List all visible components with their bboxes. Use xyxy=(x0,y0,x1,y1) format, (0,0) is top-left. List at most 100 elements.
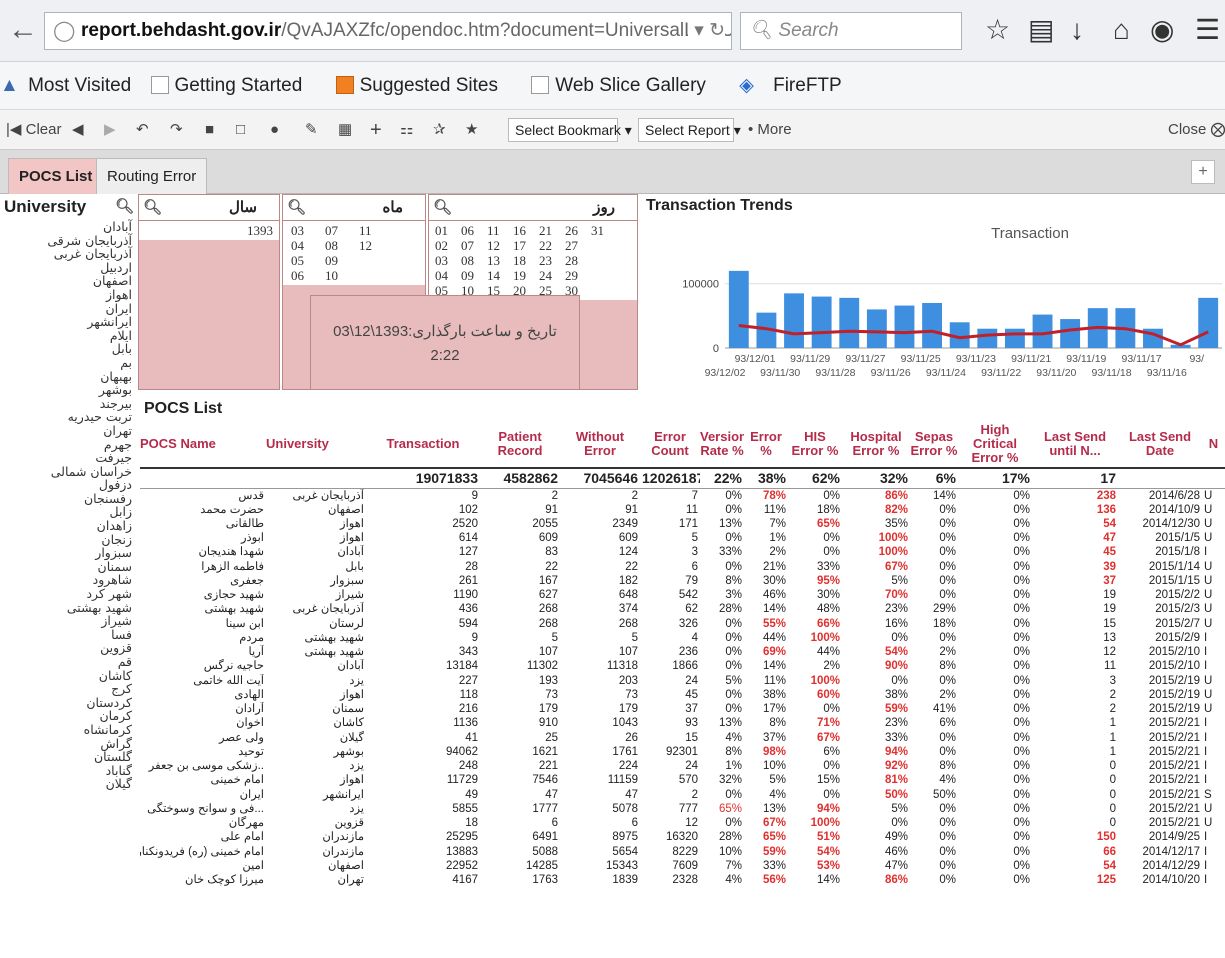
university-item[interactable]: رفسنجان xyxy=(0,492,132,506)
table-row[interactable]: ..زشکی موسی بن جعفر یزد 248 221 224 24 1% 10% 0%… xyxy=(140,759,1225,773)
university-item[interactable]: شیراز xyxy=(0,614,132,628)
day-item[interactable]: 03 xyxy=(435,253,461,268)
university-item[interactable]: شاهرود xyxy=(0,573,132,587)
table-row[interactable]: آیت الله خاتمی یزد 227 193 203 24 5% 11% 100% 0% 0… xyxy=(140,674,1225,688)
university-item[interactable]: سبزوار xyxy=(0,546,132,560)
day-item[interactable]: 11 xyxy=(487,223,513,238)
university-item[interactable]: فسا xyxy=(0,628,132,642)
unlock-icon[interactable]: □ xyxy=(236,110,245,150)
university-item[interactable]: اهواز xyxy=(0,288,132,302)
clear-button[interactable]: |◀ Clear xyxy=(6,110,61,150)
university-item[interactable]: شهید بهشتی xyxy=(0,601,132,615)
column-header[interactable]: N xyxy=(1202,420,1225,468)
university-item[interactable]: آذربایجان شرقی xyxy=(0,233,132,248)
day-item[interactable]: 28 xyxy=(565,253,591,268)
column-header[interactable]: Transaction xyxy=(366,420,480,468)
table-row[interactable]: توحید بوشهر 94062 1621 1761 92301 8% 98% 6% 94% 0%… xyxy=(140,745,1225,759)
day-item[interactable]: 01 xyxy=(435,223,461,238)
column-header[interactable]: Last Send until N... xyxy=(1032,420,1118,468)
month-item[interactable]: 12 xyxy=(359,238,393,253)
table-row[interactable]: قدس آذربایجان غربی 9 2 2 7 0% 78% 0% 86% 14% 0% 238 2… xyxy=(140,488,1225,503)
month-item[interactable]: 10 xyxy=(325,268,359,283)
redo-icon[interactable]: ↷ xyxy=(170,110,183,150)
search-input[interactable]: 🔍︎ Search xyxy=(740,12,962,50)
search-icon[interactable]: 🔍︎ xyxy=(143,195,162,221)
day-item[interactable] xyxy=(591,238,617,253)
column-header[interactable]: Version Rate % xyxy=(700,420,744,468)
table-row[interactable]: ...فی و سوانح وسوختگی یزد 5855 1777 5078 777 6… xyxy=(140,802,1225,816)
university-item[interactable]: کردستان xyxy=(0,696,132,710)
clear-circle-icon[interactable]: ● xyxy=(270,110,279,150)
university-item[interactable]: بوشهر xyxy=(0,383,132,397)
table-row[interactable]: حضرت محمد اصفهان 102 91 91 11 0% 11% 18% 82% 0% 0% 1… xyxy=(140,503,1225,517)
university-item[interactable]: ایرانشهر xyxy=(0,315,132,329)
university-item[interactable]: ایلام xyxy=(0,329,132,343)
table-row[interactable]: ولی عصر گیلان 41 25 26 15 4% 37% 67% 33% 0% 0% 1 2015… xyxy=(140,731,1225,745)
table-row[interactable]: آرادان سمنان 216 179 179 37 0% 17% 0% 59% 41% 0% 2 20… xyxy=(140,702,1225,716)
bookmark-remove-icon[interactable]: ✰ xyxy=(433,110,446,150)
menu-icon[interactable]: ☰ xyxy=(1195,12,1220,48)
day-item[interactable] xyxy=(591,268,617,283)
download-icon[interactable]: ↓ xyxy=(1070,12,1084,48)
column-header[interactable]: Error % xyxy=(744,420,788,468)
forward-icon[interactable]: ▶ xyxy=(104,110,116,150)
university-item[interactable]: آذربایجان غربی xyxy=(0,247,132,261)
table-row[interactable]: مردم شهید بهشتی 9 5 5 4 0% 44% 100% 0% 0% 0% 13 2015/… xyxy=(140,631,1225,645)
day-item[interactable]: 29 xyxy=(565,268,591,283)
column-header[interactable]: HIS Error % xyxy=(788,420,842,468)
university-item[interactable]: تربت حیدریه xyxy=(0,410,132,424)
university-item[interactable]: گلستان xyxy=(0,750,132,764)
table-row[interactable]: امین اصفهان 22952 14285 15343 7609 7% 33% 53% 47%… xyxy=(140,859,1225,873)
month-item[interactable]: 03 xyxy=(291,223,325,238)
column-header[interactable]: Error Count xyxy=(640,420,700,468)
clipboard-icon[interactable]: ▤ xyxy=(1028,12,1054,48)
column-header[interactable]: Hospital Error % xyxy=(842,420,910,468)
table-row[interactable]: شهید حجازی شیراز 1190 627 648 542 3% 46% 30% 70% 0… xyxy=(140,588,1225,602)
home-icon[interactable]: ⌂ xyxy=(1113,12,1130,48)
university-item[interactable]: زاهدان xyxy=(0,519,132,533)
university-item[interactable]: خراسان شمالی xyxy=(0,465,132,479)
table-row[interactable]: ابوذر اهواز 614 609 609 5 0% 1% 0% 100% 0% 0% 47 2015… xyxy=(140,531,1225,545)
table-row[interactable]: شهدا هندیجان آبادان 127 83 124 3 33% 2% 0% 100% 0%… xyxy=(140,545,1225,559)
day-item[interactable]: 13 xyxy=(487,253,513,268)
column-header[interactable]: High Critical Error % xyxy=(958,420,1032,468)
brush-icon[interactable]: ⚏ xyxy=(400,110,413,150)
month-item[interactable]: 09 xyxy=(325,253,359,268)
month-item[interactable]: 11 xyxy=(359,223,393,238)
search-icon[interactable]: 🔍︎ xyxy=(115,194,134,220)
table-row[interactable]: امام علی مازندران 25295 6491 8975 16320 28% 65%… xyxy=(140,830,1225,844)
bookmark-add-icon[interactable]: ★ xyxy=(465,110,478,150)
table-row[interactable]: ابن سینا لرستان 594 268 268 326 0% 55% 66% 16% 18%… xyxy=(140,617,1225,631)
university-item[interactable]: زابل xyxy=(0,505,132,519)
university-item[interactable]: شهر کرد xyxy=(0,587,132,601)
table-row[interactable]: میرزا کوچک خان تهران 4167 1763 1839 2328 4% 56%… xyxy=(140,873,1225,887)
day-item[interactable]: 26 xyxy=(565,223,591,238)
table-row[interactable]: امام خمینی اهواز 11729 7546 11159 570 32% 5% 15%… xyxy=(140,773,1225,787)
month-item[interactable]: 04 xyxy=(291,238,325,253)
university-item[interactable]: کرمانشاه xyxy=(0,723,132,737)
column-header[interactable]: Sepas Error % xyxy=(910,420,958,468)
column-header[interactable]: Without Error xyxy=(560,420,640,468)
university-item[interactable]: بابل xyxy=(0,342,132,356)
day-item[interactable]: 31 xyxy=(591,223,617,238)
more-button[interactable]: • More xyxy=(748,110,792,150)
day-item[interactable]: 08 xyxy=(461,253,487,268)
table-row[interactable]: الهادی اهواز 118 73 73 45 0% 38% 60% 38% 2% 0% 2 2015… xyxy=(140,688,1225,702)
bookmark-most-visited[interactable]: Most Visited xyxy=(28,62,131,110)
day-item[interactable] xyxy=(591,253,617,268)
url-bar[interactable]: ◯ report.behdasht.gov.ir/QvAJAXZfc/opend… xyxy=(44,12,732,50)
bookmark-suggested-sites[interactable]: Suggested Sites xyxy=(335,62,512,110)
pencil-icon[interactable]: ✎ xyxy=(305,110,318,150)
university-item[interactable]: اصفهان xyxy=(0,274,132,288)
university-item[interactable]: بیرجند xyxy=(0,397,132,411)
day-item[interactable]: 27 xyxy=(565,238,591,253)
month-item[interactable] xyxy=(359,253,393,268)
bookmark-fireftp[interactable]: ◈ FireFTP xyxy=(739,62,856,110)
university-item[interactable]: آبادان xyxy=(0,220,132,234)
table-row[interactable]: فاطمه الزهرا بابل 28 22 22 6 0% 21% 33% 67% 0% 0% 39… xyxy=(140,560,1225,574)
year-value[interactable]: 1393 xyxy=(139,221,279,240)
day-item[interactable]: 16 xyxy=(513,223,539,238)
lock-icon[interactable]: ■ xyxy=(205,110,214,150)
column-header[interactable]: University xyxy=(266,420,366,468)
undo-icon[interactable]: ↶ xyxy=(136,110,149,150)
